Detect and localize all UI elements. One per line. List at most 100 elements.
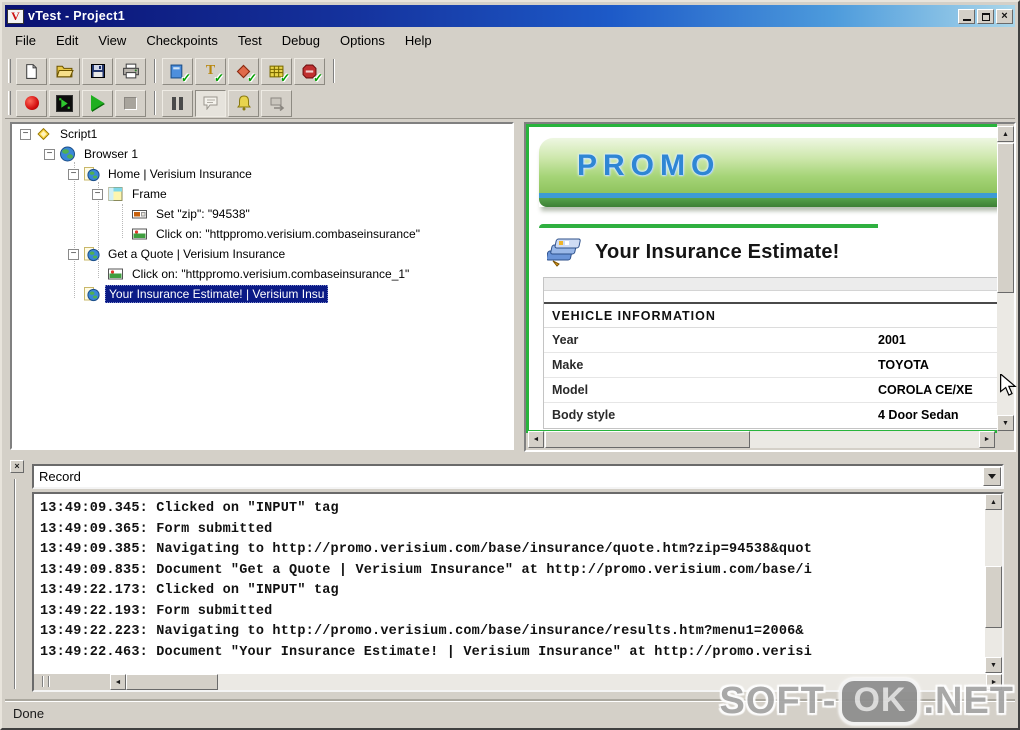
estimate-heading: Your Insurance Estimate! bbox=[595, 240, 840, 263]
check-icon: ✓ bbox=[213, 70, 224, 85]
page-checkpoint-button[interactable]: ✓ bbox=[162, 57, 193, 85]
menu-view[interactable]: View bbox=[88, 30, 136, 52]
new-icon bbox=[26, 63, 37, 79]
tree-item-script[interactable]: − Script1 bbox=[12, 124, 512, 144]
scrollbar-thumb[interactable] bbox=[997, 143, 1014, 293]
menu-options[interactable]: Options bbox=[330, 30, 395, 52]
combobox-dropdown-button[interactable] bbox=[983, 467, 1001, 486]
run-in-browser-icon bbox=[56, 94, 73, 112]
scroll-up-icon[interactable]: ▲ bbox=[997, 126, 1014, 142]
tree-item-click-2[interactable]: Click on: "httppromo.verisium.combaseins… bbox=[12, 264, 512, 284]
tree-item-set-zip[interactable]: Set "zip": "94538" bbox=[12, 204, 512, 224]
menu-checkpoints[interactable]: Checkpoints bbox=[136, 30, 228, 52]
watermark-suffix: .NET bbox=[923, 680, 1014, 722]
webpage-icon bbox=[83, 166, 100, 182]
menu-edit[interactable]: Edit bbox=[46, 30, 88, 52]
collapse-icon[interactable]: − bbox=[68, 168, 79, 180]
scrollbar-thumb[interactable] bbox=[545, 431, 750, 448]
text-checkpoint-button[interactable]: T ✓ bbox=[195, 57, 226, 85]
webpage-icon bbox=[83, 246, 100, 262]
table-spacer-row bbox=[544, 291, 997, 302]
scroll-left-icon[interactable]: ◄ bbox=[110, 674, 126, 690]
save-button[interactable] bbox=[82, 57, 113, 85]
toolbar-handle[interactable] bbox=[8, 91, 11, 115]
log-entry: 13:49:22.193: Form submitted bbox=[40, 603, 273, 619]
scroll-left-icon[interactable]: ◄ bbox=[528, 431, 544, 448]
pause-icon bbox=[172, 96, 183, 110]
open-icon bbox=[55, 65, 74, 78]
softok-watermark: SOFT- OK .NET bbox=[720, 678, 1014, 725]
log-entry: 13:49:09.365: Form submitted bbox=[40, 521, 273, 537]
browser-preview-pane: PROMO Your Insurance Estimate! VEHICLE I… bbox=[524, 122, 1016, 452]
comment-button[interactable] bbox=[195, 89, 226, 117]
menu-debug[interactable]: Debug bbox=[272, 30, 330, 52]
tree-item-browser[interactable]: − Browser 1 bbox=[12, 144, 512, 164]
log-mode-combobox[interactable]: Record bbox=[32, 464, 1004, 489]
save-icon bbox=[90, 64, 105, 78]
scrollbar-thumb[interactable] bbox=[985, 566, 1002, 628]
log-vertical-scrollbar[interactable]: ▲ ▼ bbox=[985, 494, 1002, 673]
sync-button[interactable] bbox=[261, 89, 292, 117]
scroll-right-icon[interactable]: ► bbox=[979, 431, 995, 448]
scrollbar-thumb[interactable] bbox=[126, 674, 218, 690]
menu-help[interactable]: Help bbox=[395, 30, 442, 52]
row-value: COROLA CE/XE bbox=[878, 383, 973, 397]
webpage-icon bbox=[83, 286, 100, 302]
tree-item-click-1[interactable]: Click on: "httppromo.verisium.combaseins… bbox=[12, 224, 512, 244]
gutter-groove bbox=[42, 676, 44, 687]
table-header-strip bbox=[544, 278, 997, 291]
tree-item-frame[interactable]: − Frame bbox=[12, 184, 512, 204]
gutter-groove bbox=[48, 676, 50, 687]
menu-file[interactable]: File bbox=[5, 30, 46, 52]
row-value: 4 Door Sedan bbox=[878, 408, 959, 422]
output-close-button[interactable]: × bbox=[10, 460, 24, 473]
toolbar-handle[interactable] bbox=[8, 59, 11, 83]
check-icon: ✓ bbox=[312, 70, 323, 85]
table-row: Year 2001 bbox=[544, 328, 997, 353]
minimize-button[interactable] bbox=[958, 8, 975, 24]
image-checkpoint-button[interactable]: ✓ bbox=[228, 57, 259, 85]
stop-button[interactable] bbox=[115, 89, 146, 117]
tree-item-label: Get a Quote | Verisium Insurance bbox=[108, 247, 286, 261]
row-label: Make bbox=[552, 358, 584, 372]
log-entry: 13:49:22.223: Navigating to http://promo… bbox=[40, 624, 804, 639]
table-checkpoint-button[interactable]: ✓ bbox=[261, 57, 292, 85]
maximize-button[interactable] bbox=[977, 8, 994, 24]
watermark-badge: OK bbox=[839, 678, 921, 725]
scroll-up-icon[interactable]: ▲ bbox=[985, 494, 1002, 510]
preview-horizontal-scrollbar[interactable]: ◄ ► bbox=[528, 431, 995, 448]
run-in-browser-button[interactable] bbox=[49, 89, 80, 117]
collapse-icon[interactable]: − bbox=[20, 128, 31, 140]
print-button[interactable] bbox=[115, 57, 146, 85]
scroll-down-icon[interactable]: ▼ bbox=[997, 415, 1014, 431]
app-window: V vTest - Project1 × File Edit View Chec… bbox=[0, 0, 1020, 730]
pause-button[interactable] bbox=[162, 89, 193, 117]
chevron-down-icon bbox=[988, 474, 996, 479]
alert-button[interactable] bbox=[228, 89, 259, 117]
log-entry: 13:49:09.835: Document "Get a Quote | Ve… bbox=[40, 562, 813, 578]
tree-item-estimate-page[interactable]: Your Insurance Estimate! | Verisium Insu bbox=[12, 284, 512, 304]
tree-item-home-page[interactable]: − Home | Verisium Insurance bbox=[12, 164, 512, 184]
table-row: Make TOYOTA bbox=[544, 353, 997, 378]
record-button[interactable] bbox=[16, 89, 47, 117]
tree-item-label: Frame bbox=[132, 187, 167, 201]
scroll-down-icon[interactable]: ▼ bbox=[985, 657, 1002, 673]
new-button[interactable] bbox=[16, 57, 47, 85]
play-button[interactable] bbox=[82, 89, 113, 117]
browser-icon bbox=[59, 146, 76, 162]
stop-checkpoint-button[interactable]: ✓ bbox=[294, 57, 325, 85]
script-tree-pane[interactable]: − Script1 − Browser 1 − Home | Verisium … bbox=[10, 122, 514, 450]
menu-bar: File Edit View Checkpoints Test Debug Op… bbox=[5, 30, 1015, 52]
collapse-icon[interactable]: − bbox=[92, 188, 103, 200]
vehicle-table: VEHICLE INFORMATION Year 2001 Make TOYOT… bbox=[543, 277, 997, 429]
collapse-icon[interactable]: − bbox=[68, 248, 79, 260]
menu-test[interactable]: Test bbox=[228, 30, 272, 52]
open-button[interactable] bbox=[49, 57, 80, 85]
row-label: Body style bbox=[552, 408, 616, 422]
log-output-box[interactable]: 13:49:09.345: Clicked on "INPUT" tag 13:… bbox=[32, 492, 1004, 692]
tree-item-quote-page[interactable]: − Get a Quote | Verisium Insurance bbox=[12, 244, 512, 264]
close-button[interactable]: × bbox=[996, 8, 1013, 24]
collapse-icon[interactable]: − bbox=[44, 148, 55, 160]
row-value: TOYOTA bbox=[878, 358, 929, 372]
check-icon: ✓ bbox=[279, 70, 290, 85]
